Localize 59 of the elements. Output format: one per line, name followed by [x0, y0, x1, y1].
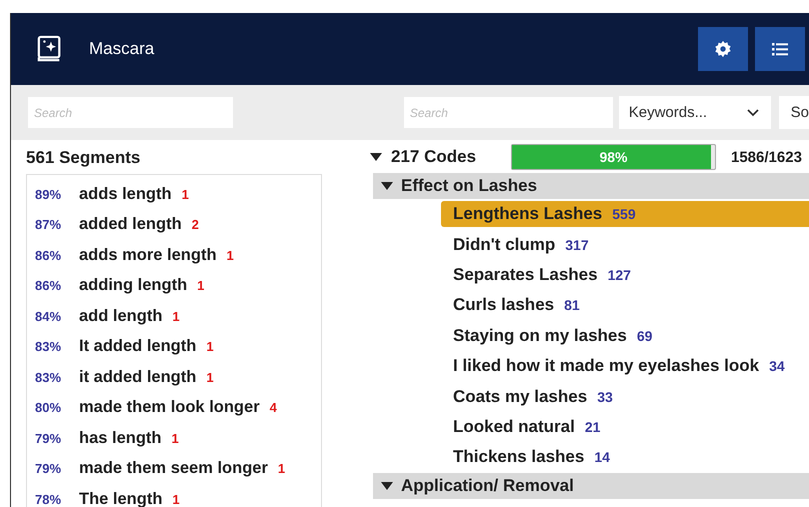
segment-text[interactable]: The length: [79, 490, 162, 507]
segment-text[interactable]: It added length: [79, 337, 196, 356]
segment-text[interactable]: add length: [79, 306, 162, 326]
segment-count: 1: [206, 370, 214, 385]
segment-count: 1: [226, 248, 234, 263]
segment-count: 4: [270, 400, 277, 416]
match-score: 83%: [35, 370, 62, 385]
category-row[interactable]: Effect on Lashes: [373, 173, 809, 199]
sort-dropdown[interactable]: So: [778, 96, 809, 129]
code-row[interactable]: Thickens lashes 14: [441, 442, 809, 473]
match-score: 86%: [35, 278, 62, 294]
chevron-down-icon: [746, 108, 759, 116]
caret-icon[interactable]: [370, 153, 382, 161]
match-score: 89%: [35, 186, 62, 202]
segments-heading: 561 Segments: [26, 148, 142, 168]
settings-button[interactable]: [698, 27, 748, 71]
segment-text[interactable]: made them look longer: [79, 398, 260, 418]
segment-text[interactable]: adds length: [79, 184, 172, 204]
code-row[interactable]: Lengthens Lashes 559: [441, 201, 809, 227]
code-row[interactable]: Didn't clump 317: [441, 229, 809, 260]
code-row[interactable]: Staying on my lashes 69: [441, 320, 809, 351]
match-score: 86%: [35, 248, 62, 263]
book-sparkle-icon: [37, 35, 63, 63]
segment-count: 1: [206, 339, 214, 354]
codes-heading: 217 Codes: [391, 147, 478, 167]
code-row[interactable]: Separates Lashes 127: [441, 260, 809, 290]
match-score: 79%: [35, 461, 62, 476]
segment-count: 1: [197, 278, 204, 294]
progress-label: 98%: [599, 149, 628, 165]
segment-text[interactable]: made them seem longer: [79, 459, 268, 478]
category-row[interactable]: Application/ Removal: [373, 472, 809, 499]
segment-text[interactable]: adding length: [79, 276, 188, 296]
segment-text[interactable]: has length: [79, 428, 162, 448]
segment-count: 1: [182, 186, 189, 202]
coded-ratio: 1586/1623: [731, 148, 802, 166]
match-score: 87%: [35, 217, 62, 232]
code-row[interactable]: Coats my lashes 33: [441, 381, 809, 412]
segment-text[interactable]: adds more length: [79, 246, 217, 265]
match-score: 83%: [35, 339, 62, 354]
match-score: 84%: [35, 308, 62, 324]
segment-text[interactable]: added length: [79, 215, 182, 234]
code-row[interactable]: Looked natural 21: [441, 412, 809, 442]
segment-count: 1: [172, 308, 180, 324]
match-score: 80%: [35, 400, 62, 416]
settings-icon: [714, 40, 732, 58]
segment-count: 1: [278, 461, 286, 476]
keywords-dropdown[interactable]: Keywords...: [618, 96, 771, 129]
segment-count: 2: [192, 217, 199, 232]
app-title: Mascara: [89, 39, 154, 59]
segment-count: 1: [172, 492, 180, 507]
match-score: 79%: [35, 430, 62, 446]
segment-text[interactable]: it added length: [79, 368, 196, 387]
segment-count: 1: [172, 430, 179, 446]
code-row[interactable]: I liked how it made my eyelashes look 34: [441, 350, 809, 382]
list-view-button[interactable]: [755, 27, 805, 71]
search-field[interactable]: Search: [404, 97, 613, 128]
code-row[interactable]: Curls lashes 81: [441, 290, 809, 321]
match-score: 78%: [35, 492, 62, 507]
search-field[interactable]: Search: [28, 97, 233, 128]
